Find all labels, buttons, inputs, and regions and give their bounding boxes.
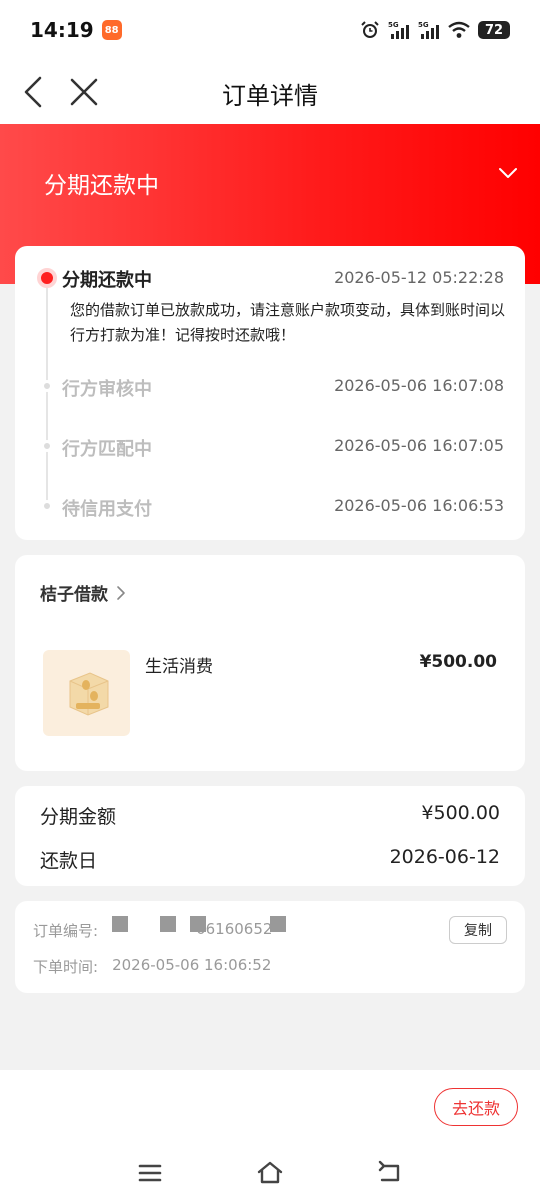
timeline-dot: [41, 440, 53, 452]
timeline-title: 行方审核中: [62, 379, 152, 400]
timeline-title: 行方匹配中: [62, 439, 152, 460]
merchant-name: 桔子借款: [40, 585, 108, 605]
wifi-icon: [448, 21, 470, 38]
installment-label: 分期金额: [40, 806, 117, 828]
order-number-label: 订单编号:: [33, 922, 99, 940]
timeline-dot-active: [37, 268, 57, 288]
redaction-mask: [160, 916, 177, 932]
redaction-mask: [190, 916, 207, 932]
timeline-title: 分期还款中: [62, 270, 152, 291]
status-right: 5G 5G 72: [360, 20, 510, 40]
installment-row: 分期金额 ¥500.00: [40, 802, 500, 829]
order-time-label: 下单时间:: [33, 958, 99, 976]
timeline-title: 待信用支付: [62, 499, 152, 520]
amount-card: 分期金额 ¥500.00 还款日 2026-06-12: [15, 786, 525, 886]
banner-title: 分期还款中: [44, 173, 159, 199]
chevron-down-icon[interactable]: [498, 166, 518, 180]
timeline-time: 2026-05-06 16:07:05: [334, 436, 504, 455]
bottom-action-bar: 去还款: [0, 1070, 540, 1150]
signal-5g-icon: 5G: [388, 21, 409, 39]
nav-bar: 订单详情: [0, 60, 540, 124]
installment-value: ¥500.00: [421, 802, 500, 824]
timeline-time: 2026-05-12 05:22:28: [334, 268, 504, 287]
timeline-description: 您的借款订单已放款成功，请注意账户款项变动，具体到账时间以行方打款为准！记得按时…: [70, 301, 506, 344]
product-name: 生活消费: [145, 657, 213, 677]
battery-icon: 72: [478, 21, 510, 39]
svg-text:5G: 5G: [388, 21, 399, 29]
order-number-value: 06160652: [112, 916, 287, 941]
chevron-right-icon: [117, 585, 125, 600]
redaction-mask: [112, 916, 129, 932]
svg-text:5G: 5G: [418, 21, 429, 29]
order-time-value: 2026-05-06 16:06:52: [112, 956, 272, 974]
coin-box-icon: [69, 672, 108, 716]
home-icon[interactable]: [256, 1160, 284, 1186]
alarm-icon: [361, 21, 379, 38]
product-price: ¥500.00: [419, 652, 497, 672]
repay-button[interactable]: 去还款: [434, 1088, 518, 1126]
repay-day-value: 2026-06-12: [389, 846, 500, 868]
product-card: 桔子借款 生活消费 ¥500.00: [15, 555, 525, 771]
page-title: 订单详情: [222, 82, 318, 110]
redaction-mask: [270, 916, 287, 932]
timeline-time: 2026-05-06 16:07:08: [334, 376, 504, 395]
merchant-link[interactable]: 桔子借款: [40, 580, 126, 605]
timeline-dot: [41, 500, 53, 512]
signal-5g-icon-2: 5G: [418, 21, 439, 39]
system-nav-bar: [0, 1150, 540, 1204]
timeline-time: 2026-05-06 16:06:53: [334, 496, 504, 515]
repay-day-row: 还款日 2026-06-12: [40, 846, 500, 873]
timeline-line: [46, 280, 48, 506]
repay-day-label: 还款日: [40, 850, 98, 872]
timeline-dot: [41, 380, 53, 392]
status-time: 14:19: [30, 18, 94, 42]
order-info-card: 订单编号: 06160652 下单时间: 2026-05-06 16:06:52…: [15, 901, 525, 993]
progress-timeline-card: 分期还款中 2026-05-12 05:22:28 您的借款订单已放款成功，请注…: [15, 246, 525, 540]
order-time-row: 下单时间: 2026-05-06 16:06:52: [33, 956, 271, 977]
app-notification-icon: 88: [101, 20, 122, 40]
status-left: 14:19 88: [30, 18, 122, 42]
order-number-row: 订单编号: 06160652: [33, 916, 287, 941]
back-nav-icon[interactable]: [376, 1160, 404, 1186]
menu-icon[interactable]: [136, 1160, 164, 1186]
order-number-text: 06160652: [196, 920, 273, 938]
copy-button[interactable]: 复制: [449, 916, 507, 944]
status-bar: 14:19 88 5G 5G 72: [0, 0, 540, 60]
product-image: [43, 650, 130, 736]
